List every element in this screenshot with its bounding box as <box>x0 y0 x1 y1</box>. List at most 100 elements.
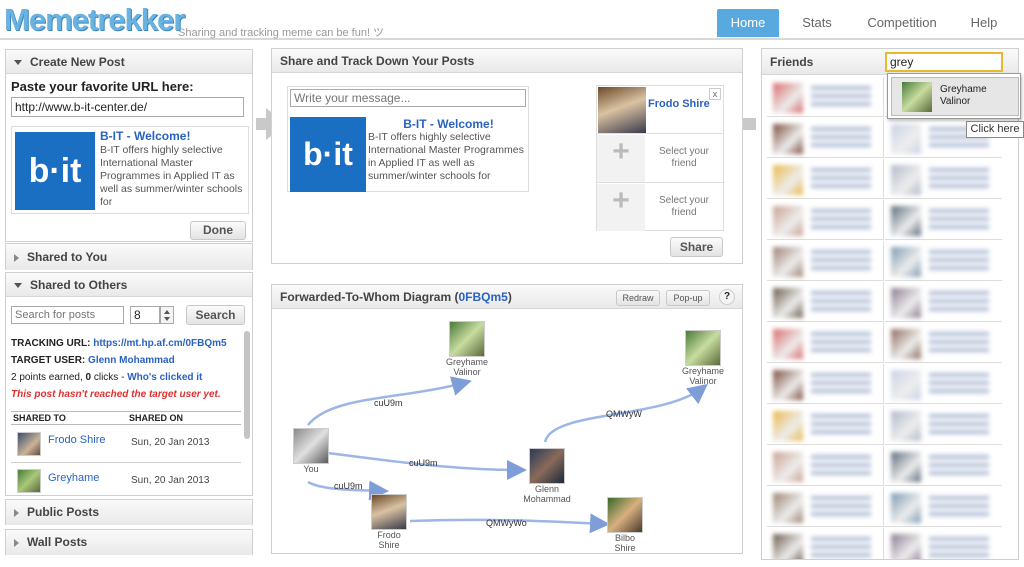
target-user-link[interactable]: Glenn Mohammad <box>88 355 175 366</box>
message-input[interactable] <box>290 89 526 107</box>
suggestion-item[interactable]: Greyhame Valinor <box>891 77 1019 116</box>
friend-avatar <box>773 370 803 400</box>
tracking-url-link[interactable]: https://mt.hp.af.cm/0FBQm5 <box>93 338 226 349</box>
collapse-icon <box>14 60 22 66</box>
node-glenn[interactable]: Glenn Mohammad <box>517 448 577 504</box>
stepper-up-icon[interactable] <box>164 310 170 314</box>
friend-cell[interactable] <box>767 282 884 322</box>
table-row[interactable]: Frodo Shire Sun, 20 Jan 2013 <box>11 426 241 463</box>
selected-friend-name[interactable]: Frodo Shire <box>648 98 710 110</box>
node-frodo[interactable]: Frodo Shire <box>369 494 409 550</box>
wall-posts-panel[interactable]: Wall Posts <box>5 529 253 555</box>
node-label: Glenn Mohammad <box>523 484 571 504</box>
node-greyhame-2[interactable]: Greyhame Valinor <box>678 330 728 386</box>
friend-name-blurred <box>811 127 871 149</box>
friend-slot-3[interactable]: + Select your friend <box>597 184 723 231</box>
nav-stats[interactable]: Stats <box>790 9 844 37</box>
plus-icon: + <box>597 184 645 231</box>
share-panel-title: Share and Track Down Your Posts <box>280 54 475 68</box>
friend-avatar <box>891 165 921 195</box>
node-greyhame-1[interactable]: Greyhame Valinor <box>442 321 492 377</box>
wall-posts-header[interactable]: Wall Posts <box>6 530 252 555</box>
app-logo[interactable]: Memetrekker <box>4 2 185 38</box>
friend-avatar <box>891 534 921 559</box>
preview-title[interactable]: B-IT - Welcome! <box>371 117 526 131</box>
friend-cell[interactable] <box>885 241 1002 281</box>
public-posts-panel[interactable]: Public Posts <box>5 499 253 525</box>
nav-help[interactable]: Help <box>958 9 1010 37</box>
diagram-title-end: ) <box>507 290 512 304</box>
friend-cell[interactable] <box>885 446 1002 486</box>
friend-cell[interactable] <box>885 528 1002 559</box>
create-post-panel: Create New Post Paste your favorite URL … <box>5 49 253 242</box>
search-posts-input[interactable] <box>11 306 124 324</box>
nav-home[interactable]: Home <box>717 9 779 37</box>
friend-cell[interactable] <box>767 77 884 117</box>
friend-cell[interactable] <box>885 323 1002 363</box>
scrollbar[interactable] <box>244 331 250 439</box>
friend-name-blurred <box>929 496 989 518</box>
friend-cell[interactable] <box>885 364 1002 404</box>
shared-to-you-panel[interactable]: Shared to You <box>5 243 253 270</box>
nav-competition[interactable]: Competition <box>858 9 946 37</box>
count-stepper[interactable] <box>160 306 174 324</box>
friend-cell[interactable] <box>885 200 1002 240</box>
search-button[interactable]: Search <box>186 305 245 325</box>
friend-avatar <box>773 288 803 318</box>
shared-to-you-header[interactable]: Shared to You <box>6 244 252 270</box>
edge-label: cuU9m <box>409 458 438 468</box>
friend-name-blurred <box>811 332 871 354</box>
friend-cell[interactable] <box>885 405 1002 445</box>
friend-slot-1[interactable]: Frodo Shire x <box>597 86 723 134</box>
node-bilbo[interactable]: Bilbo Shire <box>605 497 645 553</box>
friend-slot-2[interactable]: + Select your friend <box>597 135 723 183</box>
friend-cell[interactable] <box>767 528 884 559</box>
friend-avatar <box>773 165 803 195</box>
table-row[interactable]: Greyhame Sun, 20 Jan 2013 <box>11 464 241 495</box>
friend-cell[interactable] <box>885 159 1002 199</box>
friends-title: Friends <box>770 55 814 69</box>
remove-friend-icon[interactable]: x <box>709 88 721 100</box>
friend-cell[interactable] <box>767 487 884 527</box>
node-you[interactable]: You <box>291 428 331 474</box>
friend-avatar <box>891 329 921 359</box>
friend-cell[interactable] <box>767 241 884 281</box>
shared-to-name[interactable]: Frodo Shire <box>48 434 105 446</box>
popup-button[interactable]: Pop-up <box>666 290 710 306</box>
shared-to-name[interactable]: Greyhame <box>48 472 99 484</box>
bit-logo-image: b·it <box>15 132 95 210</box>
select-friend-placeholder[interactable]: Select your friend <box>649 195 719 219</box>
share-button[interactable]: Share <box>670 237 723 257</box>
bit-logo-image: b·it <box>290 117 366 192</box>
friend-cell[interactable] <box>767 405 884 445</box>
friend-cell[interactable] <box>767 118 884 158</box>
whos-clicked-link[interactable]: Who's clicked it <box>127 372 202 383</box>
friend-cell[interactable] <box>767 159 884 199</box>
done-button[interactable]: Done <box>190 221 246 240</box>
create-post-header[interactable]: Create New Post <box>6 50 252 74</box>
arrow-right-icon <box>256 118 266 130</box>
friend-cell[interactable] <box>767 446 884 486</box>
friend-avatar <box>891 206 921 236</box>
preview-title[interactable]: B-IT - Welcome! <box>100 129 190 143</box>
friend-cell[interactable] <box>885 282 1002 322</box>
friend-cell[interactable] <box>767 200 884 240</box>
shared-on-date: Sun, 20 Jan 2013 <box>131 437 210 448</box>
help-icon[interactable]: ? <box>719 289 735 305</box>
redraw-button[interactable]: Redraw <box>616 290 660 306</box>
friend-cell[interactable] <box>767 323 884 363</box>
friend-cell[interactable] <box>885 487 1002 527</box>
select-friend-placeholder[interactable]: Select your friend <box>649 146 719 170</box>
shared-to-others-header[interactable]: Shared to Others <box>6 273 252 297</box>
friend-suggestion-dropdown[interactable]: Greyhame Valinor <box>887 73 1021 119</box>
node-label: Greyhame Valinor <box>445 357 489 377</box>
friend-search-input[interactable] <box>885 52 1003 72</box>
friend-cell[interactable] <box>767 364 884 404</box>
post-count-input[interactable] <box>130 306 160 324</box>
diagram-code[interactable]: 0FBQm5 <box>458 290 507 304</box>
stepper-down-icon[interactable] <box>164 317 170 321</box>
public-posts-header[interactable]: Public Posts <box>6 500 252 525</box>
friend-name-blurred <box>811 537 871 559</box>
url-input[interactable] <box>11 97 244 117</box>
greyhame-avatar <box>449 321 485 357</box>
